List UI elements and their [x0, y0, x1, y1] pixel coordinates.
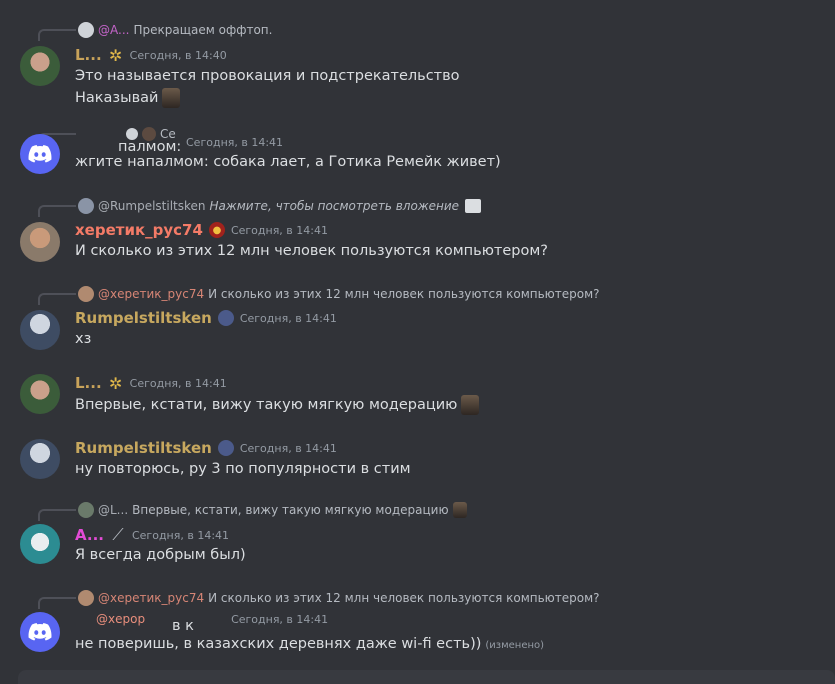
timestamp[interactable]: Сегодня, в 14:40: [130, 49, 227, 62]
timestamp[interactable]: Сегодня, в 14:41: [240, 312, 337, 325]
avatar[interactable]: [20, 222, 60, 262]
role-icon: ⟋: [112, 525, 124, 544]
reply-spine: [38, 29, 76, 41]
message-header: A... ⟋ Сегодня, в 14:41: [75, 524, 229, 546]
message-line: И сколько из этих 12 млн человек пользую…: [75, 243, 548, 259]
reply-text[interactable]: Прекращаем оффтоп.: [133, 23, 272, 37]
edited-label: (изменено): [485, 640, 545, 651]
avatar[interactable]: [20, 374, 60, 414]
message-header: Rumpelstiltsken Сегодня, в 14:41: [75, 307, 337, 329]
timestamp[interactable]: Сегодня, в 14:41: [130, 377, 227, 390]
reply-spine: [38, 293, 76, 305]
reply-author[interactable]: @L...: [98, 503, 128, 517]
avatar[interactable]: [20, 524, 60, 564]
custom-emoji-icon[interactable]: [162, 88, 181, 108]
timestamp[interactable]: Сегодня, в 14:41: [231, 613, 328, 626]
author-name[interactable]: Rumpelstiltsken: [75, 309, 212, 327]
reply-preview[interactable]: @L... Впервые, кстати, вижу такую мягкую…: [78, 500, 467, 520]
author-name[interactable]: херетик_рус74: [75, 221, 203, 239]
timestamp[interactable]: Сегодня, в 14:41: [231, 224, 328, 237]
reply-avatar: [78, 502, 94, 518]
custom-emoji-icon[interactable]: [461, 395, 480, 415]
discord-avatar-icon[interactable]: [20, 134, 60, 174]
message-line: Это называется провокация и подстрекател…: [75, 68, 460, 84]
reply-avatar: [78, 198, 94, 214]
reply-preview[interactable]: @херетик_рус74 И сколько из этих 12 млн …: [78, 284, 600, 304]
avatar[interactable]: [20, 310, 60, 350]
reply-text[interactable]: Нажмите, чтобы посмотреть вложение: [210, 199, 460, 213]
message-header: L... ✲ Сегодня, в 14:40: [75, 44, 227, 66]
author-name[interactable]: @херор: [96, 612, 145, 626]
message-header: L... ✲ Сегодня, в 14:41: [75, 372, 227, 394]
role-icon: [217, 440, 234, 456]
message-header: херетик_рус74 ● Сегодня, в 14:41: [75, 219, 328, 241]
message-line: ну повторюсь, ру 3 по популярности в сти…: [75, 461, 411, 477]
reply-spine: [38, 597, 76, 609]
role-icon: ✲: [108, 373, 123, 393]
message-header: @херор Сегодня, в 14:41: [96, 608, 328, 630]
reply-text[interactable]: Впервые, кстати, вижу такую мягкую модер…: [132, 503, 448, 517]
message-line: Я всегда добрым был): [75, 547, 246, 563]
message-header: Сегодня, в 14:41: [186, 131, 283, 153]
custom-emoji-icon[interactable]: [452, 502, 467, 518]
reply-preview[interactable]: @A... Прекращаем оффтоп.: [78, 20, 272, 40]
avatar[interactable]: [20, 46, 60, 86]
reply-text[interactable]: И сколько из этих 12 млн человек пользую…: [208, 287, 599, 301]
message-line: не поверишь, в казахских деревнях даже w…: [75, 636, 545, 652]
reply-author[interactable]: @херетик_рус74: [98, 591, 204, 605]
reply-author[interactable]: @херетик_рус74: [98, 287, 204, 301]
avatar[interactable]: [20, 439, 60, 479]
reply-author[interactable]: @A...: [98, 23, 129, 37]
role-icon: [217, 310, 234, 326]
author-name[interactable]: L...: [75, 374, 102, 392]
role-icon: ●: [208, 222, 225, 238]
reply-spine: [38, 205, 76, 217]
author-name[interactable]: Rumpelstiltsken: [75, 439, 212, 457]
image-attachment-icon[interactable]: [465, 199, 482, 213]
reply-preview[interactable]: @херетик_рус74 И сколько из этих 12 млн …: [78, 588, 600, 608]
timestamp[interactable]: Сегодня, в 14:41: [186, 136, 283, 149]
author-name[interactable]: A...: [75, 526, 104, 544]
reply-avatar: [78, 22, 94, 38]
author-name[interactable]: L...: [75, 46, 102, 64]
message-line: Впервые, кстати, вижу такую мягкую модер…: [75, 394, 480, 416]
reply-preview[interactable]: @Rumpelstiltsken Нажмите, чтобы посмотре…: [78, 196, 482, 216]
timestamp[interactable]: Сегодня, в 14:41: [240, 442, 337, 455]
message-line: жгите напалмом: собака лает, а Готика Ре…: [75, 154, 501, 170]
message-line: Наказывай: [75, 87, 181, 109]
message-line: хз: [75, 331, 92, 347]
role-icon: ✲: [108, 45, 123, 65]
reply-avatar: [78, 286, 94, 302]
reply-spine: [38, 509, 76, 521]
reply-text[interactable]: И сколько из этих 12 млн человек пользую…: [208, 591, 599, 605]
message-input-bar[interactable]: [18, 670, 835, 684]
timestamp[interactable]: Сегодня, в 14:41: [132, 529, 229, 542]
reply-avatar: [78, 590, 94, 606]
discord-avatar-icon[interactable]: [20, 612, 60, 652]
message-header: Rumpelstiltsken Сегодня, в 14:41: [75, 437, 337, 459]
reply-author[interactable]: @Rumpelstiltsken: [98, 199, 206, 213]
